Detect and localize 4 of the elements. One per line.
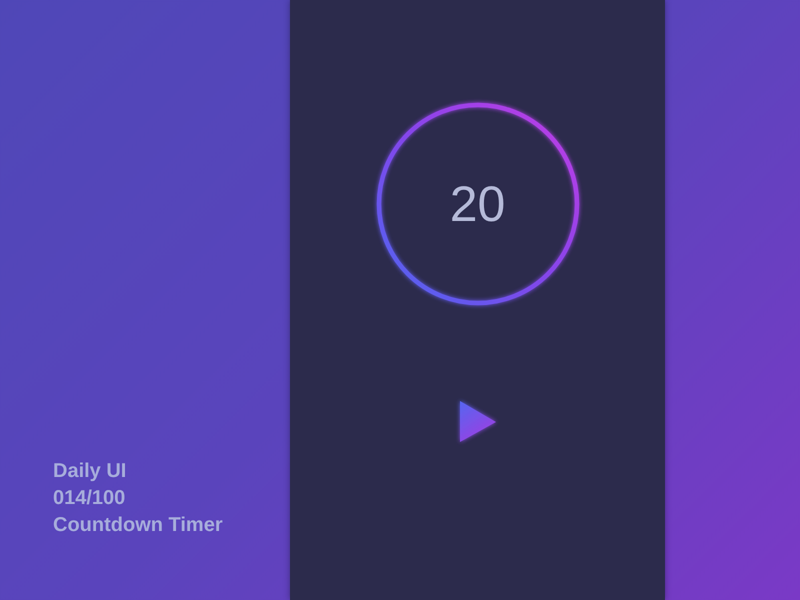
caption-line: 014/100 (53, 486, 126, 511)
caption-line: Daily UI (53, 459, 128, 484)
countdown-number: 20 (450, 179, 506, 229)
caption-line: Countdown Timer (53, 513, 223, 538)
